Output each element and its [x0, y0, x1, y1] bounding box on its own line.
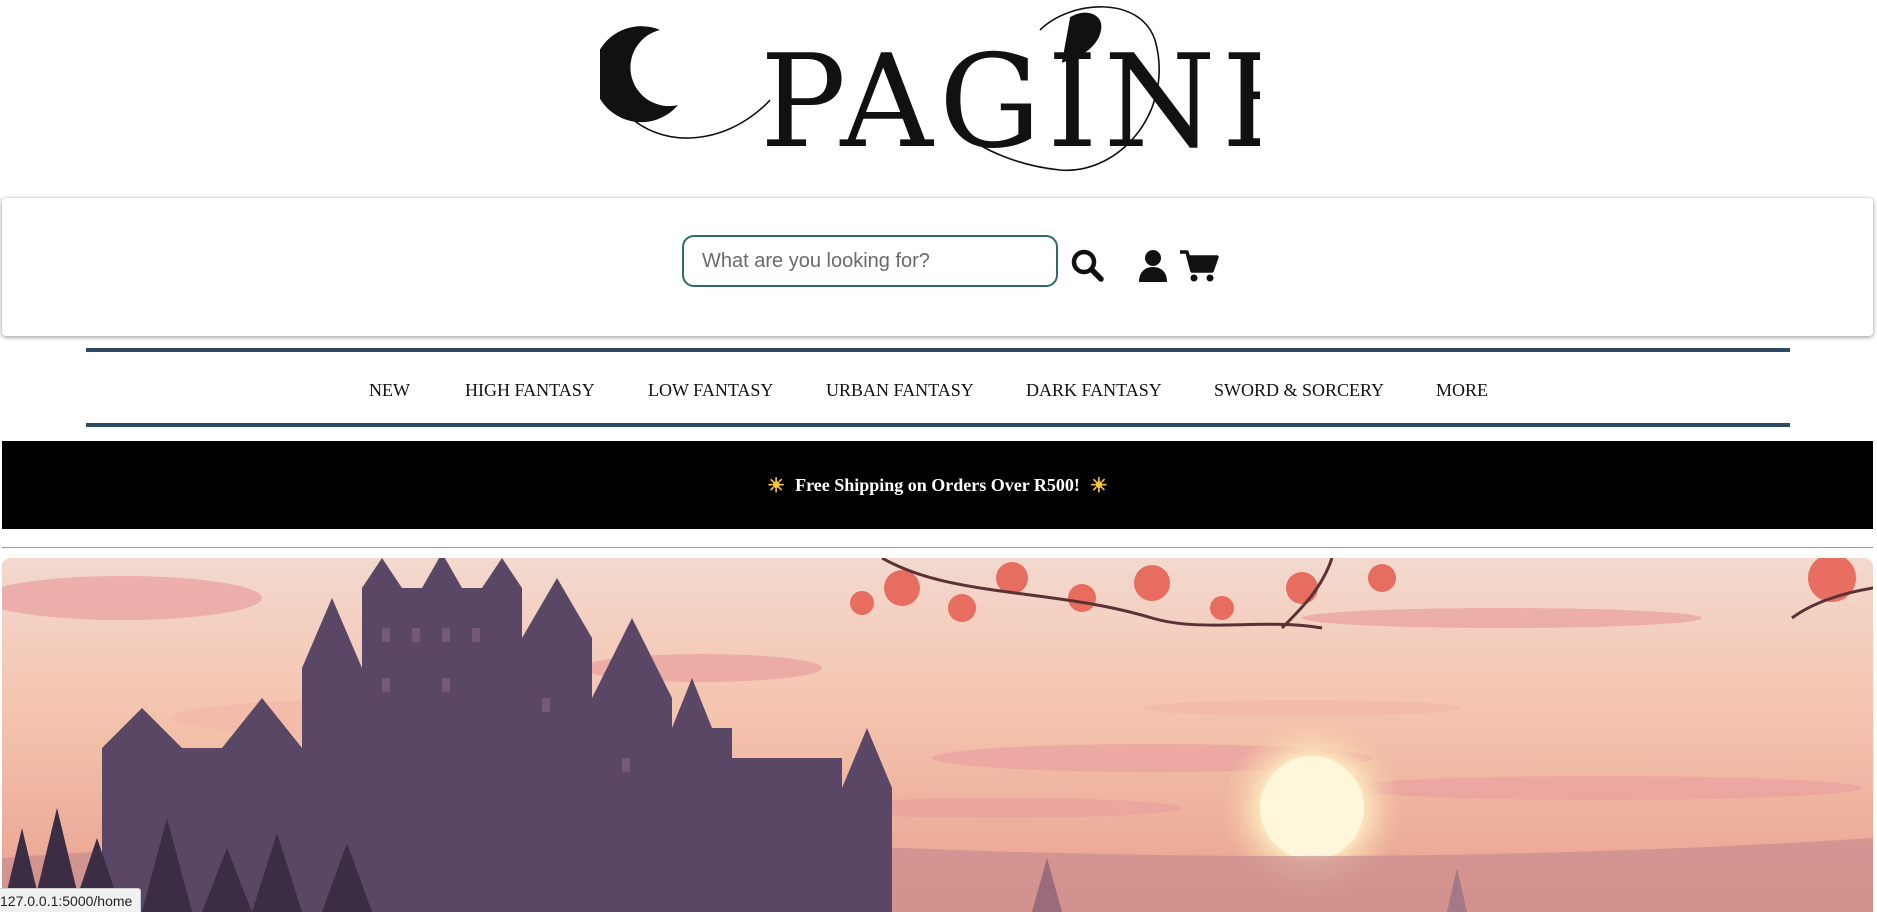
hero-illustration	[2, 558, 1873, 912]
logo-text: PAGINE	[760, 28, 1260, 177]
category-nav: NEW HIGH FANTASY LOW FANTASY URBAN FANTA…	[86, 348, 1790, 427]
search-button[interactable]	[1068, 246, 1106, 284]
nav-item-urban-fantasy[interactable]: URBAN FANTASY	[826, 380, 974, 401]
nav-item-new[interactable]: NEW	[369, 380, 410, 401]
site-logo[interactable]: PAGINE	[600, 0, 1260, 185]
moon-icon	[600, 26, 678, 123]
nav-item-dark-fantasy[interactable]: DARK FANTASY	[1026, 380, 1162, 401]
nav-item-more[interactable]: MORE	[1436, 380, 1488, 401]
sun-icon: ☀	[1089, 474, 1108, 497]
promo-text: Free Shipping on Orders Over R500!	[795, 474, 1080, 495]
user-icon	[1139, 250, 1167, 282]
nav-item-low-fantasy[interactable]: LOW FANTASY	[648, 380, 773, 401]
account-button[interactable]	[1137, 248, 1169, 284]
search-icon	[1071, 249, 1104, 282]
logo-graphic: PAGINE	[600, 6, 1260, 177]
promo-banner: ☀ Free Shipping on Orders Over R500! ☀	[2, 441, 1873, 529]
cart-button[interactable]	[1178, 248, 1220, 284]
cart-icon	[1180, 250, 1219, 282]
nav-item-high-fantasy[interactable]: HIGH FANTASY	[465, 380, 595, 401]
divider	[2, 547, 1873, 548]
hero-banner-image[interactable]	[2, 558, 1873, 912]
nav-item-sword-sorcery[interactable]: SWORD & SORCERY	[1214, 380, 1384, 401]
page: PAGINE NEW HIGH FANTASY LOW FANTASY URBA…	[0, 0, 1877, 912]
status-bar-url: 127.0.0.1:5000/home	[0, 888, 142, 912]
sun-icon: ☀	[767, 474, 786, 497]
search-input[interactable]	[682, 235, 1058, 287]
